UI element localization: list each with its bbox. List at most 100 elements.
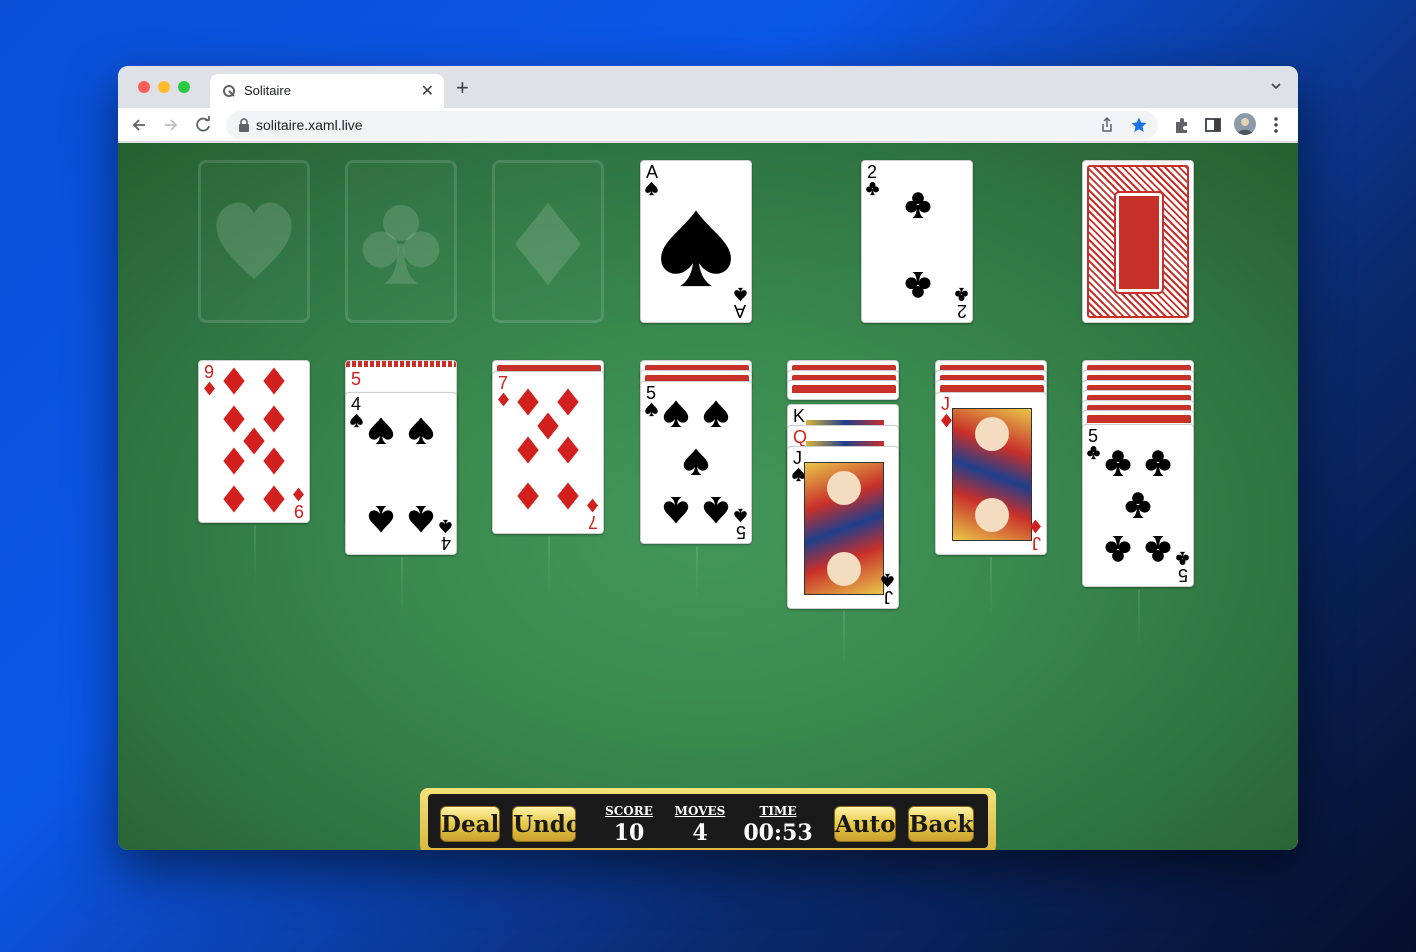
card-ace-of-spades[interactable]: A A [640,160,752,323]
avatar-icon [1237,118,1253,135]
card-rank-bottom: 5 [1177,565,1188,585]
diamond-icon [261,485,287,513]
card-rank-bottom: A [733,301,746,321]
face-card-head [975,417,1009,451]
club-icon [1087,445,1100,460]
spade-icon [734,287,747,302]
card-rank: J [793,448,802,468]
card-rank: 5 [1088,426,1099,446]
address-bar[interactable]: solitaire.xaml.live [226,111,1158,139]
face-card-head [827,552,861,586]
side-panel-icon[interactable] [1203,115,1223,135]
spade-icon [703,400,729,428]
card-back-strip [346,361,456,367]
foundation-clubs[interactable] [345,160,457,323]
back-arrow-icon[interactable] [128,114,150,136]
column-trail [1138,589,1140,649]
diamond-icon [497,392,510,407]
diamond-icon [261,447,287,475]
moves-label: MOVES [674,804,726,818]
diamond-icon [221,447,247,475]
hud-panel: Deal Undo SCORE 10 MOVES 4 TIME 00:53 Au… [428,794,988,848]
club-icon [905,271,931,299]
card-rank: K [793,406,806,426]
tableau-card-jack-of-spades[interactable]: J J [787,446,899,609]
tableau-card-four-of-spades[interactable]: 4 4 [345,392,457,555]
tab-strip: Solitaire ✕ + [118,66,1298,108]
spade-icon [881,573,894,588]
column-trail [548,536,550,596]
lock-icon [239,118,249,132]
bookmark-star-icon[interactable] [1130,116,1148,134]
deal-button[interactable]: Deal [440,806,500,842]
chevron-down-icon[interactable] [1270,80,1282,92]
auto-button[interactable]: Auto [834,806,896,842]
facedown-card [787,380,899,400]
tableau-card-five-of-spades[interactable]: 5 5 [640,381,752,544]
spade-icon [439,519,452,534]
stock-pile[interactable] [1082,160,1194,323]
diamond-icon [1029,519,1042,534]
diamond-icon [555,436,581,464]
face-card-head [975,498,1009,532]
waste-card-two-of-clubs[interactable]: 2 2 [861,160,973,323]
favicon-icon [223,85,235,97]
score-label: SCORE [605,804,653,818]
club-icon [361,201,441,287]
spade-icon [408,505,434,533]
tableau-card-seven-of-diamonds[interactable]: 7 7 [492,371,604,534]
profile-avatar[interactable] [1234,113,1256,135]
card-rank: J [941,394,950,414]
tableau-card-five-of-clubs[interactable]: 5 5 [1082,424,1194,587]
tab-title: Solitaire [244,83,291,98]
maximize-window-button[interactable] [178,81,190,93]
diamond-icon [261,367,287,395]
close-window-button[interactable] [138,81,150,93]
undo-button[interactable]: Undo [512,806,581,842]
club-icon [1105,535,1131,563]
url-text: solitaire.xaml.live [256,117,363,133]
heart-icon [214,201,294,287]
card-rank: 4 [351,394,362,414]
card-back-center [1114,191,1164,294]
spade-icon [645,181,658,196]
card-rank: Q [793,427,808,447]
club-icon [866,181,879,196]
tableau-card-nine-of-diamonds[interactable]: 9 9 [198,360,310,523]
more-menu-icon[interactable] [1266,115,1286,135]
diamond-icon [586,498,599,513]
card-rank: 5 [351,369,362,389]
jack-portrait [804,462,884,595]
card-back-strip [493,361,603,373]
spade-icon [645,402,658,417]
diamond-icon [515,436,541,464]
spade-icon [663,496,689,524]
club-icon [1145,449,1171,477]
foundation-hearts[interactable] [198,160,310,323]
minimize-window-button[interactable] [158,81,170,93]
diamond-icon [515,482,541,510]
game-board[interactable]: A A 2 2 9 9 5 4 4 7 7 5 5 K Q J J J J 5 … [118,143,1298,850]
back-button[interactable]: Back [908,806,974,842]
new-tab-button[interactable]: + [456,75,469,101]
club-icon [1176,551,1189,566]
extensions-icon[interactable] [1172,115,1192,135]
spade-icon [703,496,729,524]
card-back-strip [1083,411,1193,423]
foundation-diamonds[interactable] [492,160,604,323]
card-rank-bottom: 9 [293,501,304,521]
diamond-icon [221,367,247,395]
card-rank-bottom: 4 [440,533,451,553]
time-value: 00:53 [743,820,813,846]
spade-icon [368,417,394,445]
card-rank-bottom: 2 [956,301,967,321]
tableau-card-jack-of-diamonds[interactable]: J J [935,392,1047,555]
share-icon[interactable] [1098,116,1116,134]
close-tab-icon[interactable]: ✕ [421,81,434,101]
forward-arrow-icon[interactable] [160,114,182,136]
tab-solitaire[interactable]: Solitaire ✕ [210,74,444,108]
diamond-icon [555,482,581,510]
card-rank: 7 [498,373,509,393]
reload-icon[interactable] [192,114,214,136]
column-trail [990,557,992,617]
